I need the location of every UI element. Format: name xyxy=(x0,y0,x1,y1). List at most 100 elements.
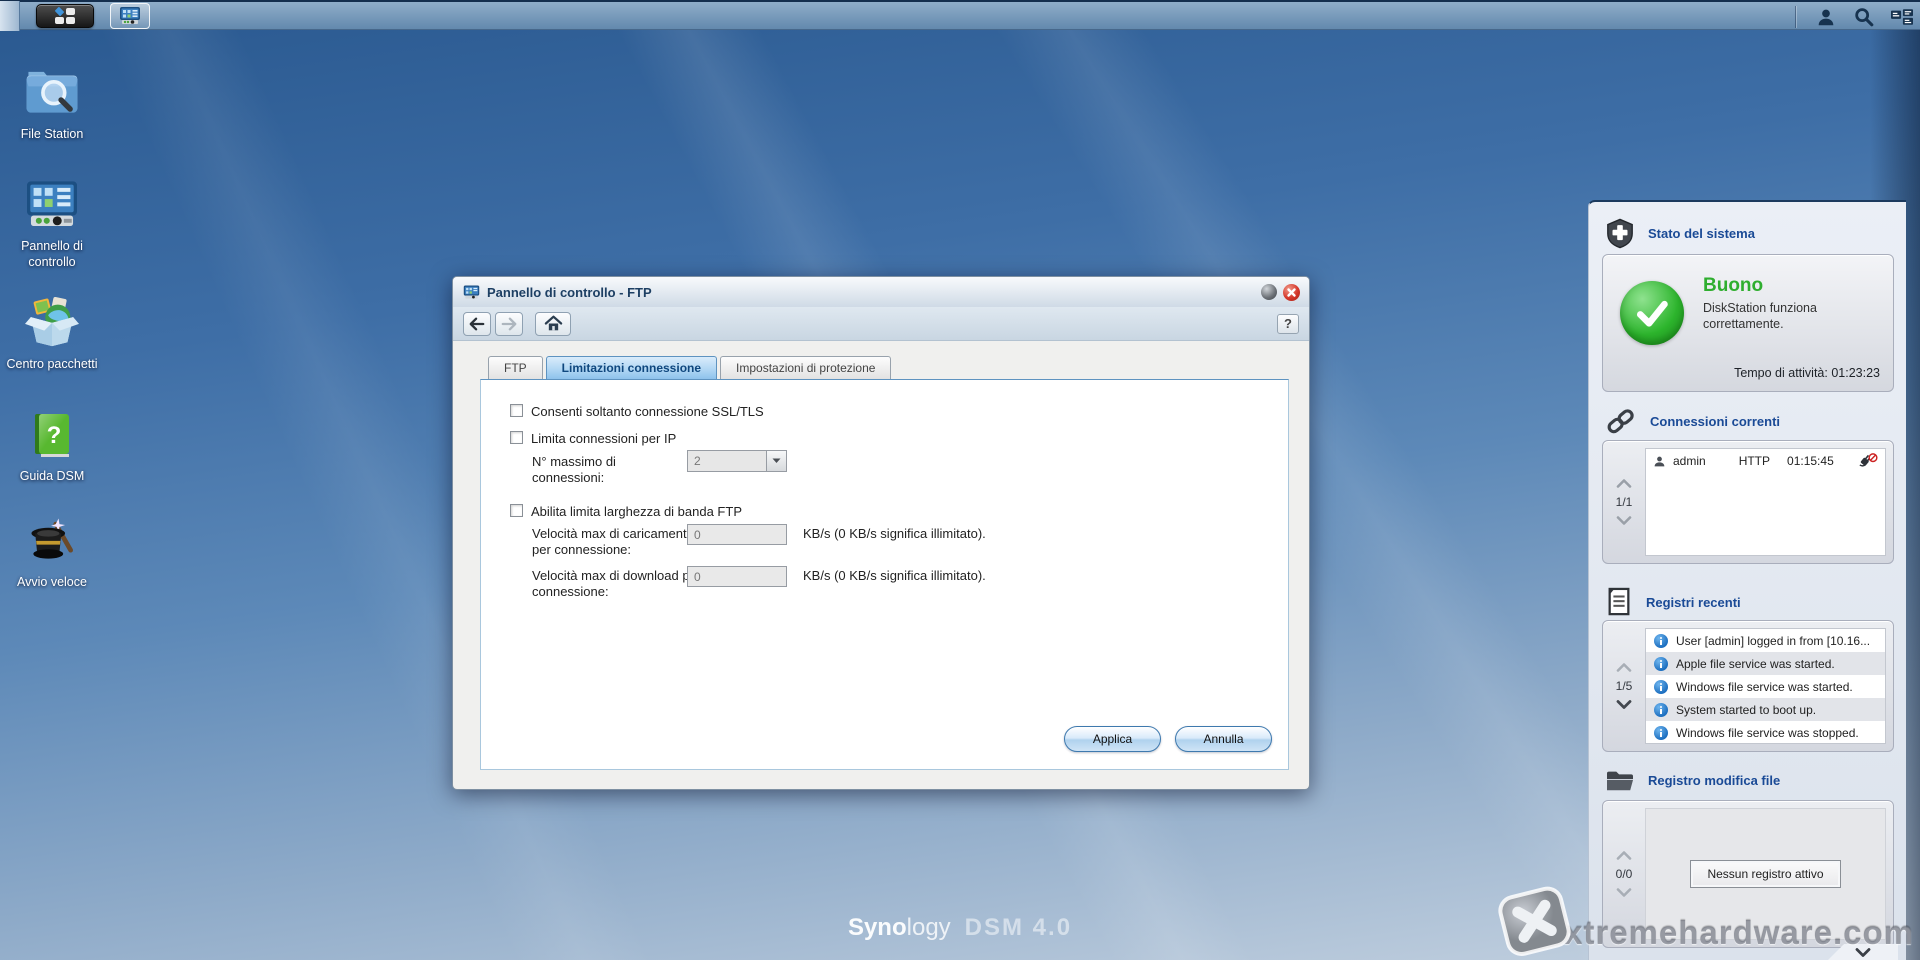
taskbar xyxy=(0,0,1920,31)
download-speed-input[interactable] xyxy=(687,566,787,587)
disconnect-plug-icon xyxy=(1859,453,1878,467)
limit-ip-checkbox[interactable] xyxy=(510,431,523,444)
no-active-log-message: Nessun registro attivo xyxy=(1690,860,1841,888)
bandwidth-row: Abilita limita larghezza di banda FTP xyxy=(510,504,742,519)
bandwidth-checkbox[interactable] xyxy=(510,504,523,517)
info-icon xyxy=(1654,702,1668,717)
tab-bar: FTP Limitazioni connessione Impostazioni… xyxy=(480,356,1289,379)
pilot-view-pane: Stato del sistema Buono DiskStation funz… xyxy=(1588,200,1906,960)
disconnect-button[interactable] xyxy=(1858,452,1878,470)
max-connections-value: 2 xyxy=(694,454,701,468)
ssl-only-label: Consenti soltanto connessione SSL/TLS xyxy=(531,404,764,419)
max-connections-select[interactable]: 2 xyxy=(687,450,787,472)
connection-time: 01:15:45 xyxy=(1787,454,1834,468)
back-button[interactable] xyxy=(463,311,491,336)
log-text: Windows file service was stopped. xyxy=(1676,725,1859,740)
log-row[interactable]: Windows file service was started. xyxy=(1646,675,1885,698)
chevron-down-icon xyxy=(772,458,781,463)
log-row[interactable]: User [admin] logged in from [10.16... xyxy=(1646,629,1885,652)
desktop-icon-label: Centro pacchetti xyxy=(6,357,98,371)
limit-ip-row: Limita connessioni per IP xyxy=(510,431,676,446)
control-panel-icon xyxy=(27,181,77,227)
window-titlebar[interactable]: Pannello di controllo - FTP xyxy=(453,277,1309,307)
window-toolbar: ? xyxy=(453,307,1309,341)
show-desktop-button[interactable] xyxy=(0,0,20,31)
close-button[interactable] xyxy=(1283,284,1300,301)
forward-button[interactable] xyxy=(495,311,523,336)
upload-speed-input[interactable] xyxy=(687,524,787,545)
control-panel-ftp-window: Pannello di controllo - FTP ? FTP Limita… xyxy=(452,276,1310,790)
connection-user: admin xyxy=(1673,454,1706,468)
file-change-log-panel: 0/0 Nessun registro attivo xyxy=(1602,800,1894,948)
tab-impostazioni-di-protezione[interactable]: Impostazioni di protezione xyxy=(720,356,892,379)
select-dropdown-button[interactable] xyxy=(766,451,786,471)
section-title: Registro modifica file xyxy=(1648,772,1781,788)
desktop-icon-label: File Station xyxy=(20,127,84,141)
connection-row[interactable]: admin HTTP 01:15:45 xyxy=(1646,449,1885,473)
product-version: DSM 4.0 xyxy=(964,914,1073,941)
forward-arrow-icon xyxy=(501,317,517,330)
file-log-pagination: 0/0 xyxy=(1603,801,1645,947)
page-down-icon[interactable] xyxy=(1616,888,1632,897)
page-up-icon[interactable] xyxy=(1616,851,1632,860)
taskbar-app-control-panel[interactable] xyxy=(110,2,150,29)
desktop-icon-dsm-help[interactable]: ? Guida DSM xyxy=(4,410,100,485)
status-description: DiskStation funziona correttamente. xyxy=(1703,301,1817,332)
info-icon xyxy=(1654,633,1668,648)
home-button[interactable] xyxy=(535,311,571,336)
download-speed-label: Velocità max di download per connessione… xyxy=(532,568,702,599)
dialog-buttons: Applica Annulla xyxy=(1064,726,1272,752)
section-title: Registri recenti xyxy=(1646,594,1741,610)
log-text: System started to boot up. xyxy=(1676,702,1817,717)
log-text: User [admin] logged in from [10.16... xyxy=(1676,633,1871,648)
desktop-icon-label: Pannello di controllo xyxy=(21,239,83,269)
window-title: Pannello di controllo - FTP xyxy=(487,284,652,300)
search-button[interactable] xyxy=(1852,5,1876,29)
desktop-icon-quick-start[interactable]: Avvio veloce xyxy=(4,512,100,591)
tab-limitazioni-connessione[interactable]: Limitazioni connessione xyxy=(545,356,718,379)
dsm-desktop-screen: File Station Pannello di controllo Centr… xyxy=(0,0,1920,960)
apply-button[interactable]: Applica xyxy=(1064,726,1161,752)
log-row[interactable]: System started to boot up. xyxy=(1646,698,1885,721)
log-row[interactable]: Windows file service was stopped. xyxy=(1646,721,1885,743)
max-connections-label: N° massimo di connessioni: xyxy=(532,454,616,485)
file-log-list: Nessun registro attivo xyxy=(1645,808,1886,940)
desktop-icon-label: Guida DSM xyxy=(19,469,85,483)
pin-button[interactable] xyxy=(1261,284,1277,300)
page-down-icon[interactable] xyxy=(1616,700,1632,709)
page-down-icon[interactable] xyxy=(1616,516,1632,525)
section-title: Connessioni correnti xyxy=(1650,413,1781,429)
ssl-only-checkbox[interactable] xyxy=(510,404,523,417)
main-menu-button[interactable] xyxy=(36,3,94,28)
log-row[interactable]: Apple file service was started. xyxy=(1646,652,1885,675)
logs-pagination: 1/5 xyxy=(1603,621,1645,751)
help-button[interactable]: ? xyxy=(1277,313,1299,334)
system-status-header: Stato del sistema xyxy=(1605,218,1755,249)
page-up-icon[interactable] xyxy=(1616,663,1632,672)
pilot-view-button[interactable] xyxy=(1890,5,1914,29)
info-icon xyxy=(1654,656,1668,671)
search-icon xyxy=(1855,8,1874,27)
desktop-icon-control-panel[interactable]: Pannello di controllo xyxy=(4,180,100,270)
page-up-icon[interactable] xyxy=(1616,479,1632,488)
page-indicator: 1/5 xyxy=(1615,679,1633,693)
connections-header: Connessioni correnti xyxy=(1605,407,1780,435)
connections-list: admin HTTP 01:15:45 xyxy=(1645,448,1886,556)
chain-link-icon xyxy=(1607,409,1634,434)
magic-hat-icon xyxy=(31,518,73,559)
log-list: User [admin] logged in from [10.16... Ap… xyxy=(1645,628,1886,744)
desktop-icon-file-station[interactable]: File Station xyxy=(4,62,100,143)
cancel-button[interactable]: Annulla xyxy=(1175,726,1272,752)
chevron-down-icon xyxy=(1855,947,1871,957)
user-menu-button[interactable] xyxy=(1814,5,1838,29)
page-indicator: 1/1 xyxy=(1615,495,1633,509)
package-box-icon xyxy=(25,296,79,347)
status-ok-icon xyxy=(1620,281,1684,345)
tab-ftp[interactable]: FTP xyxy=(488,356,543,379)
connection-protocol: HTTP xyxy=(1738,454,1771,468)
ssl-only-row: Consenti soltanto connessione SSL/TLS xyxy=(510,404,764,419)
pilot-view-icon xyxy=(1891,9,1913,25)
svg-text:?: ? xyxy=(47,422,62,449)
uptime-text: Tempo di attività: 01:23:23 xyxy=(1734,366,1880,380)
desktop-icon-package-center[interactable]: Centro pacchetti xyxy=(4,294,100,373)
